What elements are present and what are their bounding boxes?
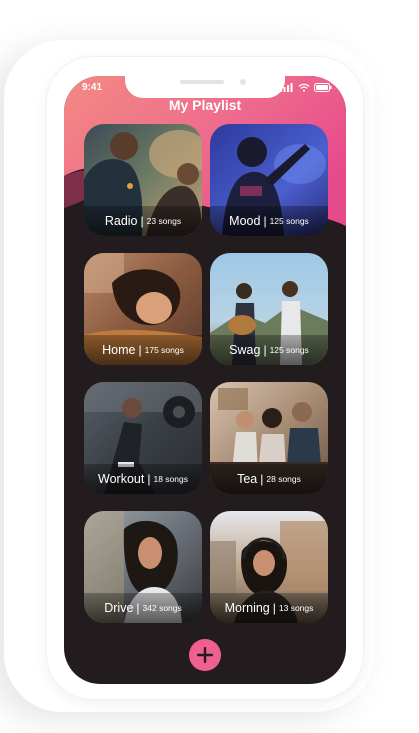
song-count: 125 songs bbox=[269, 345, 309, 355]
separator: | bbox=[263, 343, 267, 357]
song-count: 125 songs bbox=[269, 216, 309, 226]
tile-caption: Radio | 23 songs bbox=[84, 206, 202, 236]
front-camera bbox=[240, 79, 246, 85]
separator: | bbox=[272, 601, 276, 615]
tile-caption: Mood | 125 songs bbox=[210, 206, 328, 236]
tile-caption: Morning | 13 songs bbox=[210, 593, 328, 623]
tile-caption: Drive | 342 songs bbox=[84, 593, 202, 623]
playlist-tile-tea[interactable]: Tea | 28 songs bbox=[210, 382, 328, 494]
song-count: 18 songs bbox=[153, 474, 188, 484]
playlist-tile-workout[interactable]: Workout | 18 songs bbox=[84, 382, 202, 494]
playlist-tile-radio[interactable]: Radio | 23 songs bbox=[84, 124, 202, 236]
plus-icon bbox=[197, 647, 213, 663]
speaker-grille bbox=[180, 80, 224, 84]
song-count: 13 songs bbox=[278, 603, 314, 613]
signal-icon bbox=[280, 83, 293, 92]
page-title: My Playlist bbox=[168, 97, 242, 113]
status-icons bbox=[280, 83, 332, 92]
tile-caption: Swag | 125 songs bbox=[210, 335, 328, 365]
playlist-name: Swag bbox=[229, 343, 261, 357]
tile-caption: Home | 175 songs bbox=[84, 335, 202, 365]
playlist-tile-mood[interactable]: Mood | 125 songs bbox=[210, 124, 328, 236]
playlist-name: Mood bbox=[229, 214, 261, 228]
playlist-name: Tea bbox=[237, 472, 258, 486]
separator: | bbox=[147, 472, 151, 486]
playlist-tile-morning[interactable]: Morning | 13 songs bbox=[210, 511, 328, 623]
tile-caption: Workout | 18 songs bbox=[84, 464, 202, 494]
tile-caption: Tea | 28 songs bbox=[210, 464, 328, 494]
playlist-name: Morning bbox=[224, 601, 270, 615]
separator: | bbox=[138, 343, 142, 357]
battery-icon bbox=[314, 83, 332, 92]
playlist-name: Radio bbox=[104, 214, 138, 228]
playlist-name: Workout bbox=[98, 472, 145, 486]
song-count: 175 songs bbox=[144, 345, 184, 355]
wifi-icon bbox=[298, 83, 310, 92]
playlist-name: Home bbox=[102, 343, 136, 357]
song-count: 342 songs bbox=[142, 603, 182, 613]
separator: | bbox=[260, 472, 264, 486]
separator: | bbox=[263, 214, 267, 228]
song-count: 23 songs bbox=[146, 216, 182, 226]
add-playlist-button[interactable] bbox=[189, 639, 221, 671]
status-time: 9:41 bbox=[82, 82, 103, 93]
app-screen: 9:41 My Playlist Radio | 23 songs Mood |… bbox=[64, 76, 346, 684]
song-count: 28 songs bbox=[266, 474, 301, 484]
playlist-tile-swag[interactable]: Swag | 125 songs bbox=[210, 253, 328, 365]
separator: | bbox=[136, 601, 140, 615]
playlist-tile-home[interactable]: Home | 175 songs bbox=[84, 253, 202, 365]
separator: | bbox=[140, 214, 144, 228]
playlist-tile-drive[interactable]: Drive | 342 songs bbox=[84, 511, 202, 623]
playlist-name: Drive bbox=[104, 601, 134, 615]
